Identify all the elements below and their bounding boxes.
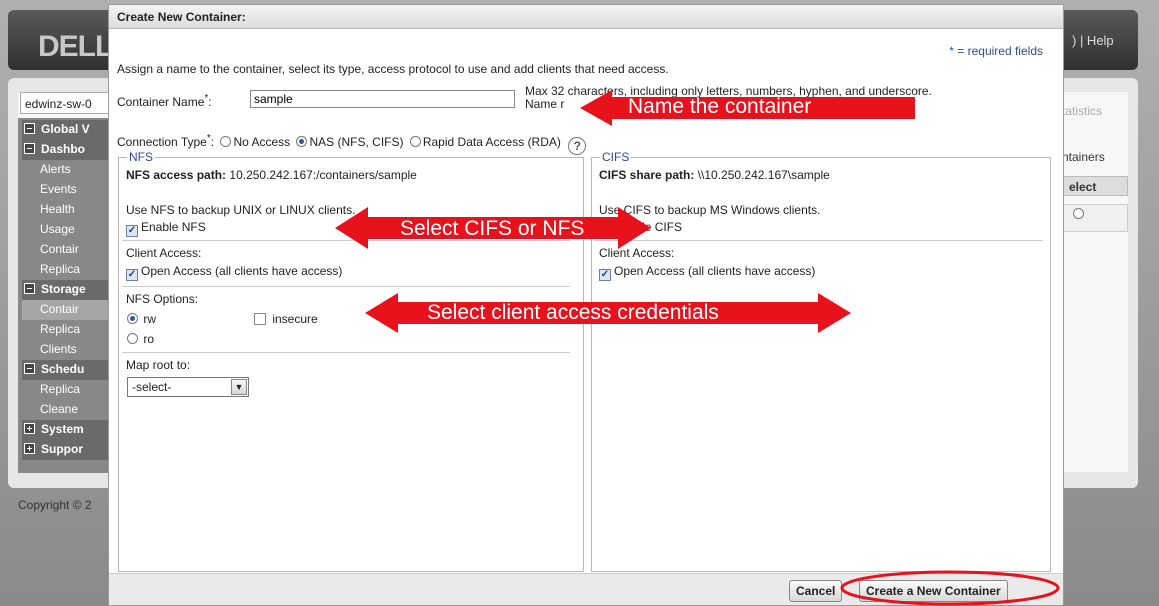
tree-item-label: Usage bbox=[40, 222, 75, 236]
tree-item[interactable]: Cleane bbox=[22, 400, 112, 420]
tree-item-label: Contair bbox=[40, 242, 79, 256]
tree-item[interactable]: Replica bbox=[22, 260, 112, 280]
tree-item-label: Replica bbox=[40, 382, 81, 396]
dialog-footer: Cancel Create a New Container bbox=[109, 573, 1063, 605]
select-cell bbox=[1062, 204, 1128, 232]
nfs-client-access-label: Client Access: bbox=[126, 246, 202, 260]
tree-item[interactable]: System bbox=[22, 420, 112, 440]
map-root-label: Map root to: bbox=[126, 358, 191, 372]
tree-item-label: Dashbo bbox=[41, 142, 86, 156]
container-select-radio[interactable] bbox=[1073, 208, 1084, 219]
tree-item[interactable]: Schedu bbox=[22, 360, 112, 380]
nas-label: NAS (NFS, CIFS) bbox=[309, 135, 404, 149]
tree-item[interactable]: Suppor bbox=[22, 440, 112, 460]
cifs-client-access-label: Client Access: bbox=[599, 246, 675, 260]
radio-rda[interactable] bbox=[409, 136, 421, 147]
tree-item-label: Health bbox=[40, 202, 75, 216]
expand-icon[interactable] bbox=[24, 423, 35, 434]
nav-tree: Global V Dashbo Alerts Events Health Usage Con… bbox=[22, 120, 112, 460]
expand-icon[interactable] bbox=[24, 443, 35, 454]
enable-nfs-label: Enable NFS bbox=[141, 220, 206, 234]
nfs-open-access-label: Open Access (all clients have access) bbox=[141, 264, 343, 278]
copyright: Copyright © 2 bbox=[18, 498, 92, 512]
annotation-select-client-access: Select client access credentials bbox=[427, 301, 719, 324]
tree-item-label: Clients bbox=[40, 342, 77, 356]
cancel-button[interactable]: Cancel bbox=[789, 580, 843, 602]
nfs-options-label: NFS Options: bbox=[126, 292, 199, 306]
tree-item[interactable]: Replica bbox=[22, 380, 112, 400]
nfs-insecure-label: insecure bbox=[272, 312, 318, 326]
tab-statistics[interactable]: tatistics bbox=[1062, 104, 1102, 118]
dialog-intro: Assign a name to the container, select i… bbox=[117, 62, 669, 76]
dell-logo: DELL bbox=[38, 30, 113, 63]
tree-item-label: Replica bbox=[40, 322, 81, 336]
no-access-label: No Access bbox=[233, 135, 291, 149]
cifs-use-text: Use CIFS to backup MS Windows clients. bbox=[599, 203, 821, 217]
tree-item-label: Storage bbox=[41, 282, 86, 296]
nfs-rw-radio[interactable] bbox=[127, 313, 138, 324]
tree-item-label: Alerts bbox=[40, 162, 71, 176]
connection-type-label: Connection Type*: bbox=[117, 133, 215, 149]
tree-item[interactable]: Health bbox=[22, 200, 112, 220]
nfs-ro-radio[interactable] bbox=[127, 333, 138, 344]
nfs-path-value: 10.250.242.167:/containers/sample bbox=[229, 168, 417, 182]
annotation-select-cifs-nfs: Select CIFS or NFS bbox=[400, 217, 585, 240]
cifs-legend: CIFS bbox=[600, 150, 632, 164]
container-name-input[interactable] bbox=[250, 90, 515, 108]
create-container-button[interactable]: Create a New Container bbox=[859, 580, 1008, 602]
nfs-path-label: NFS access path: bbox=[126, 168, 227, 182]
tree-item-label: Events bbox=[40, 182, 77, 196]
tree-item-label: Suppor bbox=[41, 442, 83, 456]
cifs-path-value: \\10.250.242.167\sample bbox=[697, 168, 830, 182]
tree-item[interactable]: Contair bbox=[22, 240, 112, 260]
dialog-title: Create New Container: bbox=[109, 5, 1063, 29]
nfs-insecure-checkbox[interactable] bbox=[254, 313, 266, 325]
collapse-icon[interactable] bbox=[24, 123, 35, 134]
rda-label: Rapid Data Access (RDA) bbox=[422, 135, 561, 149]
container-name-label: Container Name*: bbox=[117, 93, 212, 109]
tree-item[interactable]: Storage bbox=[22, 280, 112, 300]
nfs-legend: NFS bbox=[127, 150, 155, 164]
required-fields-note: * = required fields bbox=[949, 44, 1043, 58]
cifs-fieldset: CIFS CIFS share path: \\10.250.242.167\s… bbox=[591, 150, 1051, 572]
nfs-rw-label: rw bbox=[143, 312, 157, 326]
chevron-down-icon: ▼ bbox=[231, 379, 247, 395]
radio-nas[interactable] bbox=[296, 136, 308, 147]
cifs-open-access-label: Open Access (all clients have access) bbox=[614, 264, 816, 278]
nfs-use-text: Use NFS to backup UNIX or LINUX clients. bbox=[126, 203, 356, 217]
tree-item[interactable]: Replica bbox=[22, 320, 112, 340]
tree-item-label: System bbox=[41, 422, 84, 436]
cifs-path-label: CIFS share path: bbox=[599, 168, 695, 182]
connection-type-row: Connection Type*: No Access NAS (NFS, CI… bbox=[117, 133, 587, 155]
tree-item-label: Contair bbox=[40, 302, 79, 316]
tree-item[interactable]: Events bbox=[22, 180, 112, 200]
select-column-header: elect bbox=[1062, 176, 1128, 196]
help-icon[interactable]: ? bbox=[568, 137, 587, 155]
nfs-ro-label: ro bbox=[143, 332, 155, 346]
collapse-icon[interactable] bbox=[24, 363, 35, 374]
cifs-open-access-checkbox[interactable]: ✓ bbox=[599, 269, 611, 281]
collapse-icon[interactable] bbox=[24, 283, 35, 294]
tree-item[interactable]: Clients bbox=[22, 340, 112, 360]
nfs-open-access-checkbox[interactable]: ✓ bbox=[126, 269, 138, 281]
collapse-icon[interactable] bbox=[24, 143, 35, 154]
tree-item[interactable]: Dashbo bbox=[22, 140, 112, 160]
tree-item[interactable]: Contair bbox=[22, 300, 112, 320]
map-root-select[interactable]: -select- ▼ bbox=[127, 377, 249, 397]
tree-item-label: Cleane bbox=[40, 402, 79, 416]
tree-item-label: Global V bbox=[41, 122, 90, 136]
enable-cifs-checkbox[interactable]: ✓ bbox=[599, 225, 611, 237]
containers-heading: ntainers bbox=[1062, 150, 1105, 164]
radio-no-access[interactable] bbox=[220, 136, 232, 147]
system-select[interactable]: edwinz-sw-0 bbox=[20, 92, 115, 114]
tree-item[interactable]: Alerts bbox=[22, 160, 112, 180]
tree-item[interactable]: Global V bbox=[22, 120, 112, 140]
tree-item-label: Replica bbox=[40, 262, 81, 276]
annotation-name-container: Name the container bbox=[628, 95, 812, 118]
enable-nfs-checkbox[interactable]: ✓ bbox=[126, 225, 138, 237]
header-links[interactable]: ) | Help bbox=[1072, 33, 1114, 48]
tree-item-label: Schedu bbox=[41, 362, 85, 376]
enable-cifs-label: Enable CIFS bbox=[614, 220, 683, 234]
tree-item[interactable]: Usage bbox=[22, 220, 112, 240]
